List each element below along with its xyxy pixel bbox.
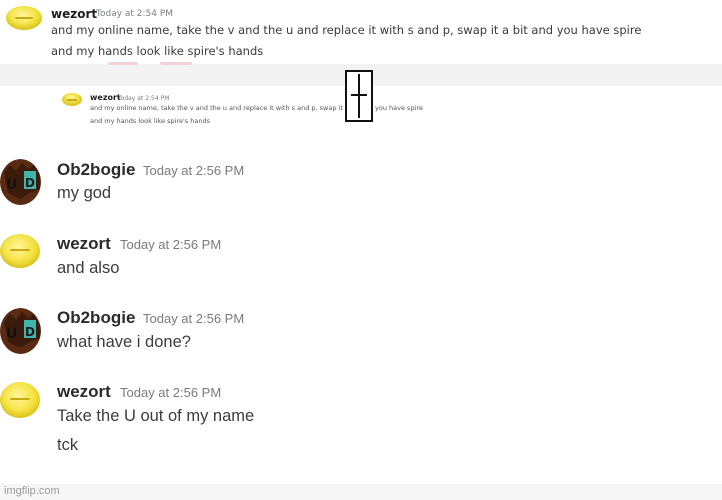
footer-bar: [0, 484, 722, 500]
timestamp: Today at 2:56 PM: [120, 237, 222, 252]
timestamp: Today at 2:56 PM: [143, 163, 245, 178]
username[interactable]: wezort: [57, 234, 111, 254]
message-line-2: and my hands look like spire's hands: [51, 44, 264, 58]
timestamp: Today at 2:54 PM: [96, 9, 174, 19]
username[interactable]: wezort: [57, 382, 111, 402]
decorative-mark: [160, 62, 192, 65]
timestamp: Today at 2:54 PM: [118, 95, 170, 102]
message-line-1b: you have spire: [375, 104, 423, 112]
timestamp: Today at 2:56 PM: [143, 311, 245, 326]
username[interactable]: wezort: [90, 93, 121, 102]
message-line-1: and also: [57, 259, 120, 277]
svg-text:D: D: [25, 325, 35, 339]
message-item: wezort Today at 2:56 PM and also: [0, 230, 722, 290]
username[interactable]: Ob2bogie: [57, 308, 135, 328]
message-item: U D Ob2bogie Today at 2:56 PM my god: [0, 156, 722, 216]
wezort-avatar-icon[interactable]: [0, 234, 40, 268]
message-line-1: what have i done?: [57, 333, 191, 351]
message-item: wezort Today at 2:56 PM Take the U out o…: [0, 378, 722, 468]
decorative-mark: [108, 62, 138, 65]
timestamp: Today at 2:56 PM: [120, 385, 222, 400]
text-cursor-ibeam-icon: [345, 70, 373, 122]
wezort-avatar-icon[interactable]: [6, 6, 42, 30]
message-line-1: and my online name, take the v and the u…: [90, 104, 343, 112]
svg-text:U: U: [6, 326, 17, 342]
message-line-1: Take the U out of my name: [57, 407, 255, 425]
ob2bogie-avatar-icon[interactable]: U D: [0, 159, 42, 205]
imgflip-watermark: imgflip.com: [4, 485, 60, 497]
message-line-1: my god: [57, 184, 112, 202]
top-message: wezort Today at 2:54 PM and my online na…: [0, 0, 722, 62]
wezort-avatar-icon[interactable]: [0, 382, 40, 418]
username[interactable]: wezort: [51, 7, 97, 21]
message-line-1: and my online name, take the v and the u…: [51, 23, 642, 37]
username[interactable]: Ob2bogie: [57, 160, 135, 180]
svg-text:D: D: [25, 176, 35, 190]
message-line-2: tck: [57, 436, 79, 454]
message-line-2: and my hands look like spire's hands: [90, 117, 210, 125]
message-item: U D Ob2bogie Today at 2:56 PM what have …: [0, 304, 722, 364]
ob2bogie-avatar-icon[interactable]: U D: [0, 308, 42, 354]
wezort-avatar-icon[interactable]: [62, 93, 82, 106]
svg-text:U: U: [6, 177, 17, 193]
